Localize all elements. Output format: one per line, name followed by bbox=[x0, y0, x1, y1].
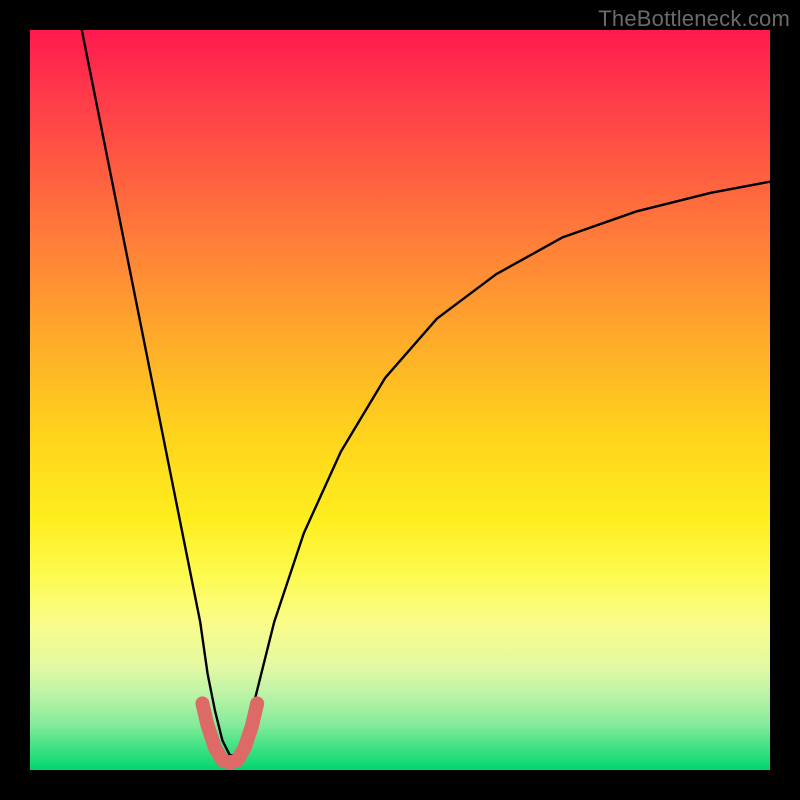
bottleneck-curve bbox=[82, 30, 770, 755]
plot-area bbox=[30, 30, 770, 770]
watermark-text: TheBottleneck.com bbox=[598, 6, 790, 32]
curve-svg bbox=[30, 30, 770, 770]
chart-frame: TheBottleneck.com bbox=[0, 0, 800, 800]
